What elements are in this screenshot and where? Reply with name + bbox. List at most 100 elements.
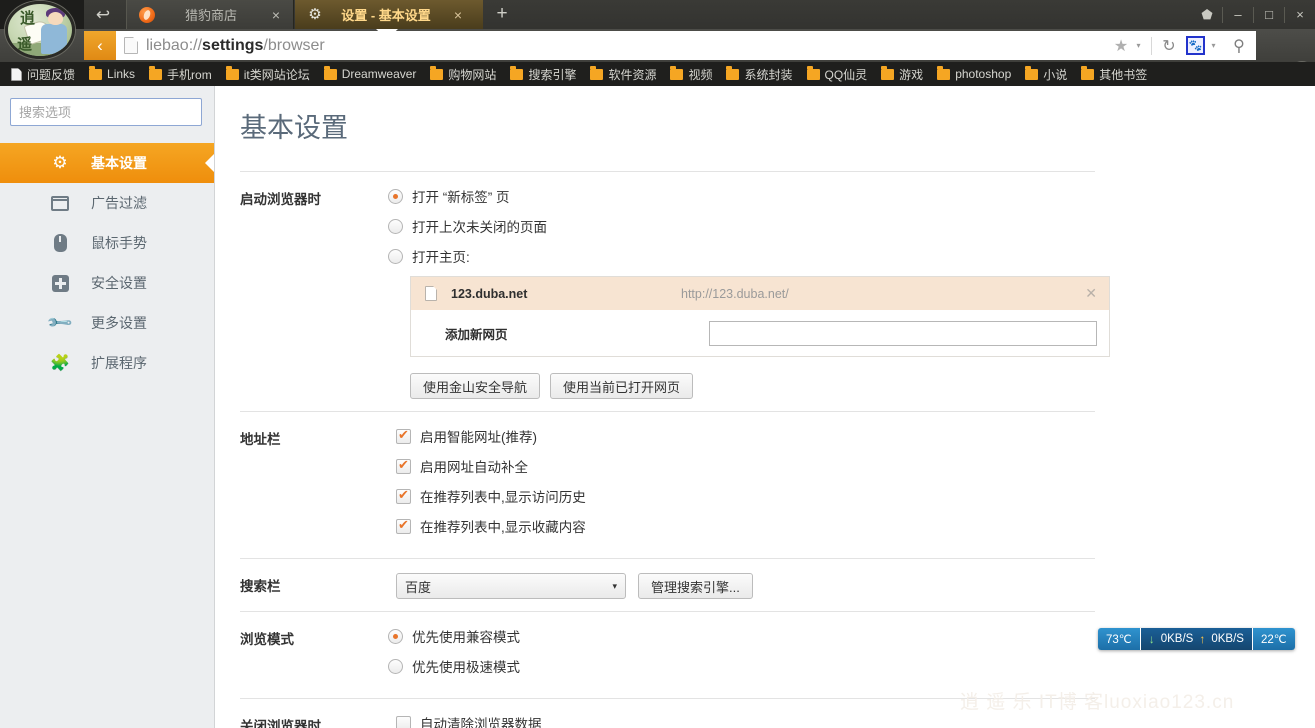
checkbox-smart-url[interactable]: 启用智能网址(推荐) [396,426,1315,446]
radio-indicator[interactable] [388,628,403,644]
network-monitor-widget[interactable]: 73℃ ↓ 0KB/S ↑ 0KB/S 22℃ [1098,628,1295,650]
bookmark-label: 游戏 [899,67,924,82]
shield-plus-icon [47,274,73,292]
tab-close-icon[interactable]: × [449,8,467,22]
option-label: 优先使用极速模式 [412,660,520,675]
tab-title: 设置 - 基本设置 [341,8,431,23]
bookmark-item[interactable]: 系统封装 [719,63,799,85]
bookmark-item[interactable]: 软件资源 [583,63,663,85]
bookmark-item[interactable]: 小说 [1018,63,1074,85]
bookmark-item[interactable]: 其他书签 [1074,63,1154,85]
network-rate-segment: ↓ 0KB/S ↑ 0KB/S [1140,628,1252,650]
bookmark-label: 搜索引擎 [528,67,577,82]
section-body: 打开 “新标签” 页 打开上次未关闭的页面 打开主页: 123.duba.net [388,186,1315,399]
mouse-icon [47,234,73,252]
checkbox-auto-clear-data[interactable]: 自动清除浏览器数据 [396,713,1315,728]
folder-icon [590,65,604,80]
folder-icon [726,65,740,80]
bookmark-item[interactable]: 视频 [663,63,719,85]
sidebar-item-label: 更多设置 [91,315,147,331]
new-tab-button[interactable]: + [484,0,520,29]
checkbox-show-favorites[interactable]: 在推荐列表中,显示收藏内容 [396,516,1315,536]
bookmark-item[interactable]: 购物网站 [423,63,503,85]
search-engine-select[interactable]: 百度 ▾ [396,573,626,599]
sidebar-item-basic-settings[interactable]: ⚙ 基本设置 [0,143,214,183]
radio-indicator[interactable] [388,658,403,674]
bookmark-star-icon[interactable]: ★ [1112,36,1130,56]
radio-open-homepage[interactable]: 打开主页: [388,246,1315,266]
search-icon[interactable]: ⚲ [1228,36,1250,56]
bookmark-item[interactable]: Dreamweaver [317,63,424,85]
radio-restore-last-session[interactable]: 打开上次未关闭的页面 [388,216,1315,236]
manage-search-engines-button[interactable]: 管理搜索引擎... [638,573,753,599]
section-startup: 启动浏览器时 打开 “新标签” 页 打开上次未关闭的页面 打开主页: 123.d… [240,172,1315,411]
use-current-pages-button[interactable]: 使用当前已打开网页 [550,373,694,399]
bookmark-chevron-down-icon[interactable]: ▾ [1134,41,1143,50]
pin-window-icon[interactable]: ⬟ [1192,0,1222,29]
checkbox-indicator[interactable] [396,488,411,504]
bookmarks-bar: 问题反馈 Links 手机rom it类网站论坛 Dreamweaver 购物网… [0,62,1315,86]
paw-chevron-down-icon[interactable]: ▾ [1209,41,1218,50]
tab-cheetah-store[interactable]: 猎豹商店 × [126,0,294,29]
option-label: 打开主页: [412,250,470,265]
sidebar-item-security[interactable]: 安全设置 [0,263,214,303]
radio-indicator[interactable] [388,248,403,264]
section-body: 百度 ▾ 管理搜索引擎... [388,573,1315,599]
avatar-body [41,24,67,54]
radio-indicator[interactable] [388,218,403,234]
paw-mode-icon[interactable]: 🐾 [1186,36,1205,55]
bookmark-item[interactable]: it类网站论坛 [219,63,317,85]
history-back-arrow-icon[interactable]: ↩ [86,4,120,26]
maximize-window-icon[interactable]: □ [1254,0,1284,29]
sidebar-search-wrap [0,86,214,138]
url-scheme: liebao:// [146,36,203,54]
url-field[interactable]: liebao://settings/browser ★ ▾ ↻ 🐾 ▾ ⚲ [116,31,1256,60]
bookmark-item[interactable]: 问题反馈 [4,63,82,85]
add-homepage-label: 添加新网页 [445,327,508,342]
radio-speed-mode[interactable]: 优先使用极速模式 [388,656,1315,676]
reload-icon[interactable]: ↻ [1160,36,1178,56]
upload-rate-value: 0KB/S [1211,633,1244,645]
back-button[interactable]: ‹ [84,31,116,60]
document-icon [425,286,437,301]
bookmark-item[interactable]: photoshop [930,63,1018,85]
search-input[interactable] [10,98,202,126]
section-searchbar: 搜索栏 百度 ▾ 管理搜索引擎... [240,559,1315,611]
bookmark-item[interactable]: QQ仙灵 [800,63,875,85]
radio-open-new-tab[interactable]: 打开 “新标签” 页 [388,186,1315,206]
minimize-window-icon[interactable]: – [1223,0,1253,29]
bookmark-item[interactable]: 游戏 [874,63,930,85]
checkbox-indicator[interactable] [396,518,411,534]
checkbox-indicator[interactable] [396,458,411,474]
bookmark-item[interactable]: 搜索引擎 [503,63,583,85]
upload-arrow-icon: ↑ [1199,632,1206,646]
homepage-buttons: 使用金山安全导航 使用当前已打开网页 [410,373,1315,399]
checkbox-indicator[interactable] [396,715,411,728]
close-window-icon[interactable]: × [1285,0,1315,29]
use-kingsoft-nav-button[interactable]: 使用金山安全导航 [410,373,541,399]
section-body: 自动清除浏览器数据 清除浏览记录 [396,713,1315,728]
settings-sidebar: ⚙ 基本设置 广告过滤 鼠标手势 安全设置 🔧 更多设置 [0,86,215,728]
bookmark-item[interactable]: 手机rom [142,63,219,85]
radio-indicator[interactable] [388,188,403,204]
sidebar-item-mouse-gestures[interactable]: 鼠标手势 [0,223,214,263]
remove-homepage-icon[interactable]: ✕ [1085,285,1097,302]
avatar[interactable]: 逍 遥 [5,1,75,59]
sidebar-item-label: 安全设置 [91,275,147,291]
sidebar-item-more-settings[interactable]: 🔧 更多设置 [0,303,214,343]
add-homepage-input[interactable] [709,320,1097,346]
bookmark-item[interactable]: Links [82,63,142,85]
active-tab-pointer [376,29,398,39]
checkbox-url-autocomplete[interactable]: 启用网址自动补全 [396,456,1315,476]
sidebar-item-ad-filter[interactable]: 广告过滤 [0,183,214,223]
sidebar-item-extensions[interactable]: 🧩 扩展程序 [0,343,214,383]
checkbox-show-history[interactable]: 在推荐列表中,显示访问历史 [396,486,1315,506]
sidebar-item-list: ⚙ 基本设置 广告过滤 鼠标手势 安全设置 🔧 更多设置 🧩 扩展程序 [0,143,214,383]
sidebar-item-label: 广告过滤 [91,195,147,211]
checkbox-indicator[interactable] [396,428,411,444]
tab-settings[interactable]: ⚙ 设置 - 基本设置 × [295,0,483,29]
homepage-url: http://123.duba.net/ [681,286,789,301]
homepage-list: 123.duba.net http://123.duba.net/ ✕ 添加新网… [410,276,1110,357]
tab-close-icon[interactable]: × [267,8,285,22]
homepage-row[interactable]: 123.duba.net http://123.duba.net/ ✕ [411,277,1109,310]
